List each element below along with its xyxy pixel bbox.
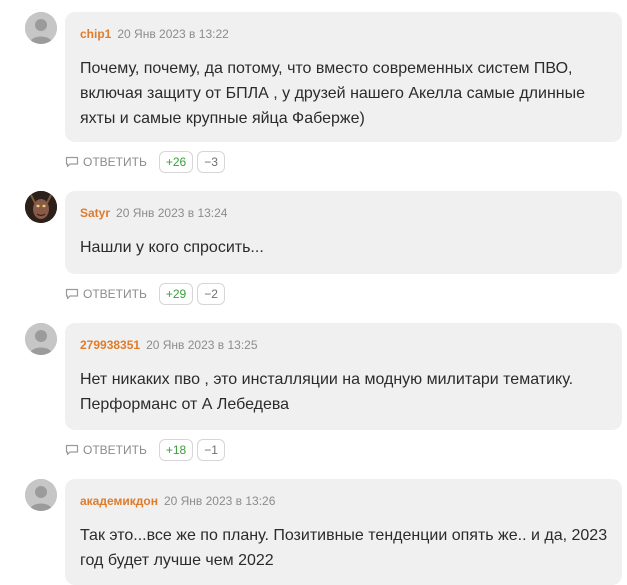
reply-label: ОТВЕТИТЬ: [83, 443, 147, 457]
downvote-button[interactable]: −2: [197, 283, 225, 305]
speech-bubble-icon: [65, 288, 79, 300]
comment-date: 20 Янв 2023 в 13:24: [116, 206, 228, 220]
downvote-button[interactable]: −3: [197, 151, 225, 173]
comment-text: Нашли у кого спросить...: [80, 239, 264, 256]
comment-bubble: Satyr 20 Янв 2023 в 13:24 Нашли у кого сп…: [65, 191, 622, 274]
user-silhouette-icon: [25, 479, 57, 511]
upvote-button[interactable]: +29: [158, 283, 194, 305]
avatar[interactable]: [25, 12, 57, 44]
comment-author[interactable]: академикдон: [80, 494, 158, 508]
upvote-button[interactable]: +26: [158, 151, 194, 173]
comment-actions: ОТВЕТИТЬ +29 −2: [65, 283, 225, 305]
satyr-mask-icon: [25, 191, 57, 223]
comment-meta: chip1 20 Янв 2023 в 13:22: [80, 25, 229, 43]
comment-bubble: 279938351 20 Янв 2023 в 13:25 Нет никаких…: [65, 323, 622, 430]
reply-label: ОТВЕТИТЬ: [83, 287, 147, 301]
reply-button[interactable]: ОТВЕТИТЬ: [65, 287, 147, 301]
reply-button[interactable]: ОТВЕТИТЬ: [65, 443, 147, 457]
avatar[interactable]: [25, 323, 57, 355]
user-silhouette-icon: [25, 323, 57, 355]
avatar[interactable]: [25, 191, 57, 223]
upvote-button[interactable]: +18: [158, 439, 194, 461]
comment-actions: ОТВЕТИТЬ +26 −3: [65, 151, 225, 173]
user-silhouette-icon: [25, 12, 57, 44]
comment-bubble: chip1 20 Янв 2023 в 13:22 Почему, почему,…: [65, 12, 622, 142]
comment-text: Так это...все же по плану. Позитивные те…: [80, 527, 608, 569]
downvote-button[interactable]: −1: [197, 439, 225, 461]
avatar[interactable]: [25, 479, 57, 511]
comment-text: Почему, почему, да потому, что вместо со…: [80, 60, 586, 127]
comment-date: 20 Янв 2023 в 13:22: [117, 27, 229, 41]
comment-meta: академикдон 20 Янв 2023 в 13:26: [80, 492, 275, 510]
comment-bubble: академикдон 20 Янв 2023 в 13:26 Так это..…: [65, 479, 622, 585]
speech-bubble-icon: [65, 156, 79, 168]
comment-author[interactable]: Satyr: [80, 206, 110, 220]
reply-button[interactable]: ОТВЕТИТЬ: [65, 155, 147, 169]
comment-date: 20 Янв 2023 в 13:25: [146, 338, 258, 352]
reply-label: ОТВЕТИТЬ: [83, 155, 147, 169]
comment-actions: ОТВЕТИТЬ +18 −1: [65, 439, 225, 461]
speech-bubble-icon: [65, 444, 79, 456]
comment-author[interactable]: chip1: [80, 27, 111, 41]
comment-meta: Satyr 20 Янв 2023 в 13:24: [80, 204, 227, 222]
comment-date: 20 Янв 2023 в 13:26: [163, 494, 276, 508]
comment-meta: 279938351 20 Янв 2023 в 13:25: [80, 336, 258, 354]
comment-text: Нет никаких пво , это инсталляции на мод…: [80, 371, 574, 413]
comment-author[interactable]: 279938351: [80, 338, 140, 352]
